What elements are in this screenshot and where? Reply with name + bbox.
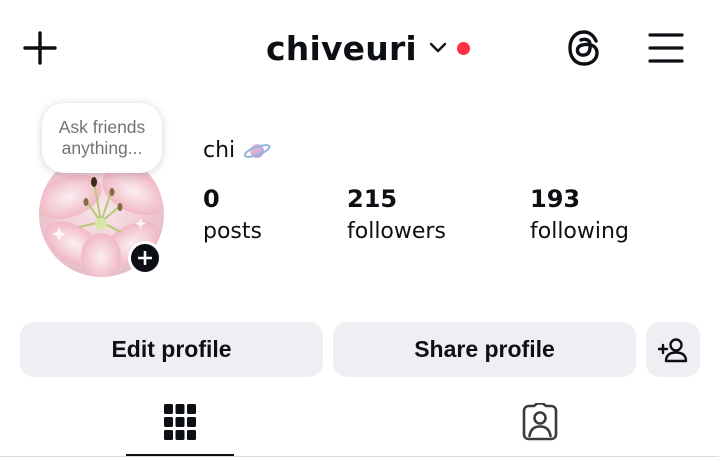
display-name: chi [203, 138, 236, 163]
posts-count: 0 [203, 185, 220, 213]
tab-divider [0, 456, 719, 457]
chevron-down-icon [429, 42, 447, 54]
username: chiveuri [266, 28, 417, 68]
plus-icon [23, 31, 57, 65]
plus-icon [138, 251, 152, 265]
account-switcher[interactable]: chiveuri [266, 26, 470, 70]
hamburger-menu-icon [648, 33, 684, 63]
add-person-icon [658, 337, 688, 362]
stat-posts: 0 posts [203, 184, 262, 248]
display-name-row: chi [203, 138, 271, 163]
note-text-line2: anything... [61, 138, 143, 158]
threads-icon [568, 30, 599, 66]
following-label: following [530, 219, 629, 244]
stat-followers[interactable]: 215 followers [347, 184, 446, 248]
create-button[interactable] [18, 26, 62, 70]
add-story-button[interactable] [128, 241, 162, 275]
share-profile-button[interactable]: Share profile [333, 322, 636, 377]
edit-profile-button[interactable]: Edit profile [20, 322, 323, 377]
ringed-planet-icon [243, 140, 271, 162]
threads-button[interactable] [560, 24, 608, 72]
tab-tagged[interactable] [486, 388, 594, 456]
following-count: 193 [530, 185, 581, 213]
tagged-person-icon [522, 403, 558, 441]
grid-icon [164, 404, 196, 440]
note-text-line1: Ask friends [58, 117, 146, 137]
tab-posts-grid[interactable] [126, 388, 234, 456]
followers-label: followers [347, 219, 446, 244]
menu-button[interactable] [642, 24, 690, 72]
followers-count: 215 [347, 185, 398, 213]
note-bubble[interactable]: Ask friends anything... [42, 103, 162, 173]
posts-label: posts [203, 219, 262, 244]
discover-people-button[interactable] [646, 322, 700, 377]
notification-dot [456, 41, 470, 55]
stat-following[interactable]: 193 following [530, 184, 629, 248]
